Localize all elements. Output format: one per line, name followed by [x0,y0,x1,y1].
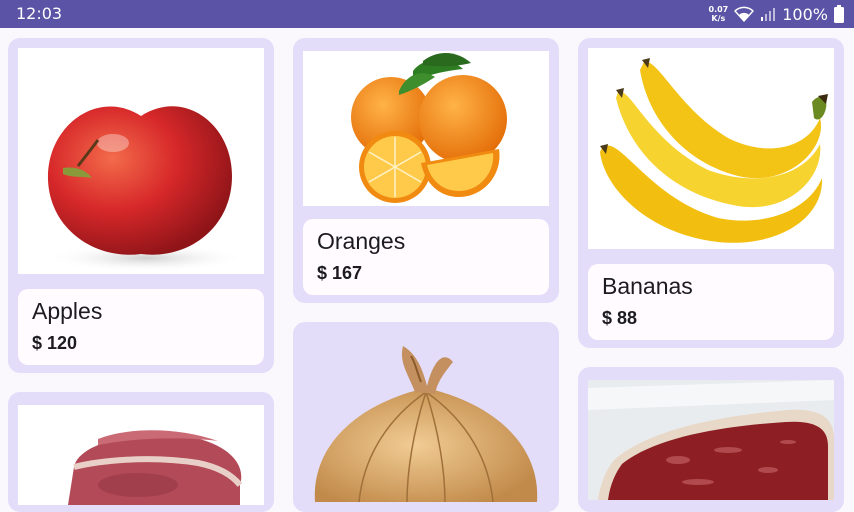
product-info: Bananas $ 88 [588,264,834,340]
product-card-beef[interactable] [578,367,844,512]
product-card-pork[interactable] [8,392,274,512]
product-price: $ 120 [32,333,78,353]
product-info: Oranges $ 167 [303,219,549,295]
network-speed: 0.07 K/s [709,5,729,23]
product-card-oranges[interactable]: Oranges $ 167 [293,38,559,303]
oranges-image [303,51,549,206]
battery-icon [834,5,844,23]
apple-image [18,48,264,274]
product-card-apples[interactable]: Apples $ 120 [8,38,274,373]
product-name: Oranges [317,228,406,254]
status-time: 12:03 [16,4,63,23]
product-card-onion[interactable] [293,322,559,512]
status-icons: 0.07 K/s 100% [709,3,844,25]
network-speed-value: 0.07 [708,5,729,14]
product-card-bananas[interactable]: Bananas $ 88 [578,38,844,348]
pork-image [18,405,264,505]
bananas-image [588,48,834,249]
product-name: Apples [32,298,103,324]
battery-level: 100% [782,4,828,24]
product-info: Apples $ 120 [18,289,264,365]
signal-icon [760,6,776,22]
status-bar: 12:03 0.07 K/s 100% [0,0,854,28]
network-speed-unit: K/s [711,14,726,23]
product-price: $ 167 [317,263,363,283]
beef-image [588,380,834,500]
onion-image [303,332,549,512]
product-price: $ 88 [602,308,638,328]
wifi-icon [734,6,755,22]
product-name: Bananas [602,273,693,299]
